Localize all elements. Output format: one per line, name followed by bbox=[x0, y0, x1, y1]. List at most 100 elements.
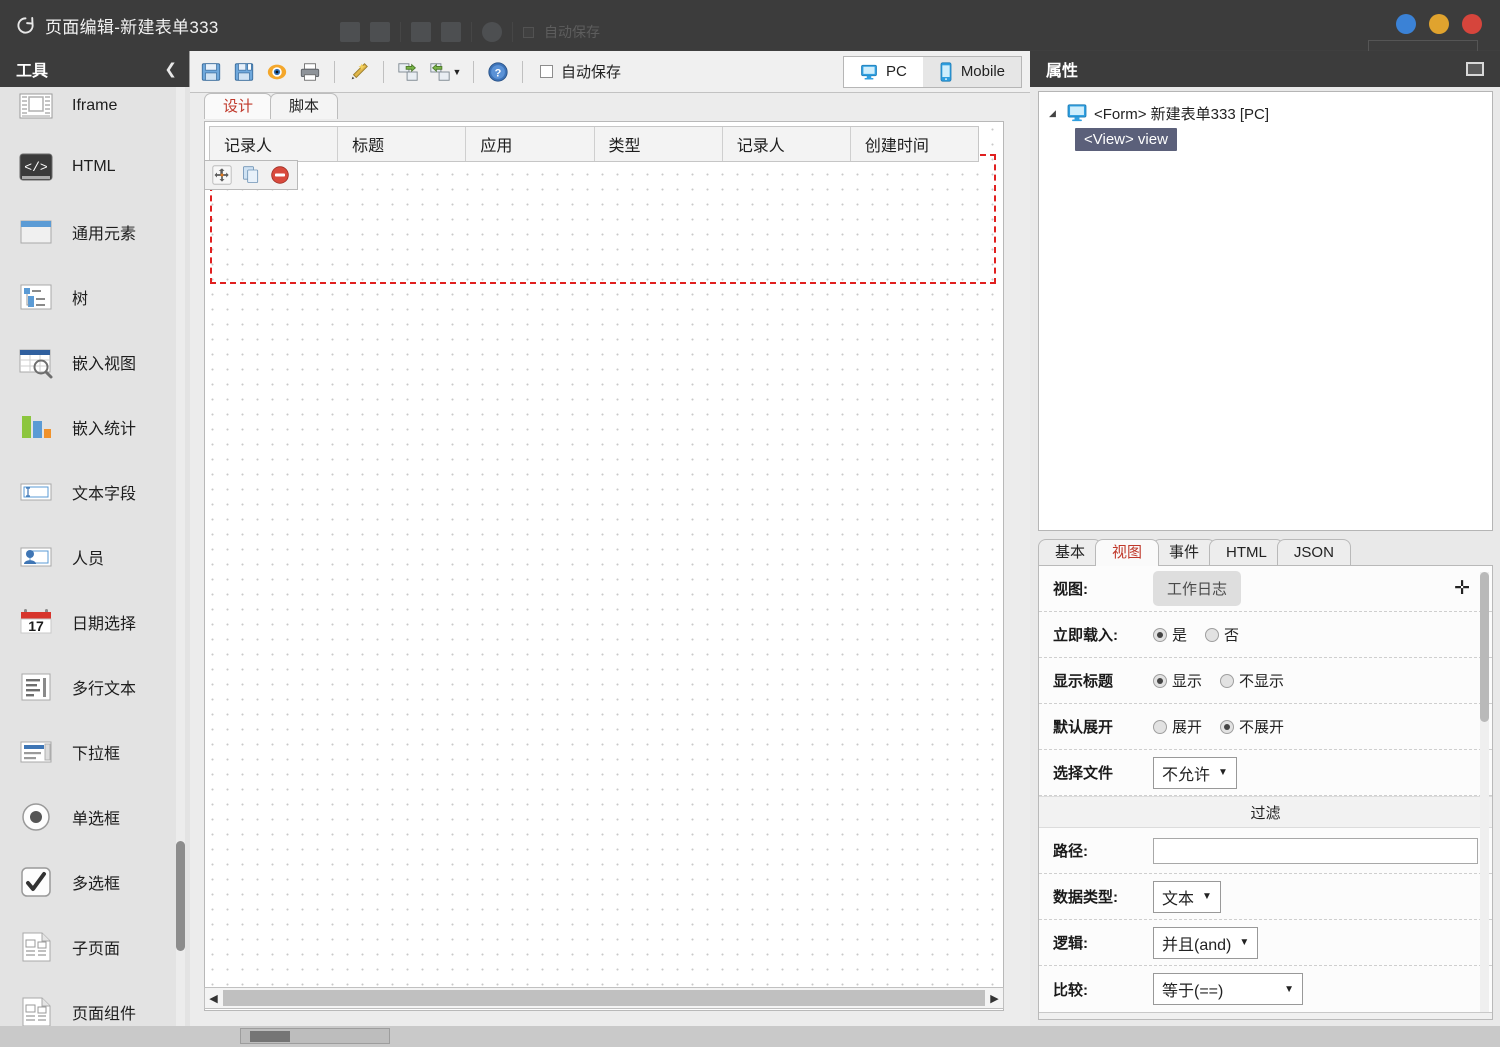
tools-panel-title: 工具 bbox=[16, 63, 49, 80]
grid-column-header[interactable]: 标题 bbox=[338, 127, 467, 161]
bg-separator bbox=[471, 22, 472, 42]
tool-item-text-field[interactable]: 文本字段 bbox=[0, 459, 190, 524]
arrow-right-icon[interactable]: ▶ bbox=[986, 992, 1003, 1005]
radio-indicator[interactable] bbox=[1220, 673, 1235, 688]
refresh-icon[interactable] bbox=[16, 16, 35, 35]
scrollbar-thumb[interactable] bbox=[223, 990, 985, 1006]
tool-item-tree[interactable]: 树 bbox=[0, 264, 190, 329]
show-title-option-hide[interactable]: 不显示 bbox=[1220, 670, 1284, 691]
tool-item-page-component[interactable]: 页面组件 bbox=[0, 979, 190, 1026]
radio-indicator[interactable] bbox=[1153, 719, 1167, 734]
tool-item-dropdown[interactable]: 下拉框 bbox=[0, 719, 190, 784]
default-expand-option-expand[interactable]: 展开 bbox=[1153, 716, 1202, 737]
properties-body[interactable]: 视图: 工作日志 ✛ 立即载入: 是 否 显示标题 显示 不显示 默认展开 展开… bbox=[1038, 565, 1493, 1020]
tab-html[interactable]: HTML bbox=[1209, 539, 1284, 566]
tab-events[interactable]: 事件 bbox=[1152, 539, 1217, 566]
maximize-button[interactable] bbox=[1429, 14, 1449, 34]
radio-indicator[interactable] bbox=[1205, 627, 1220, 642]
tool-item-multiline-text[interactable]: 多行文本 bbox=[0, 654, 190, 719]
save-as-button[interactable] bbox=[231, 59, 257, 85]
grid-column-header[interactable]: 类型 bbox=[595, 127, 723, 161]
svg-text:</>: </> bbox=[24, 160, 48, 175]
properties-scrollbar-thumb[interactable] bbox=[1480, 572, 1489, 722]
move-handle[interactable] bbox=[211, 164, 233, 186]
default-expand-option-collapse[interactable]: 不展开 bbox=[1220, 716, 1284, 737]
radio-indicator[interactable] bbox=[1153, 673, 1167, 688]
bg-autosave-checkbox bbox=[523, 26, 534, 38]
tab-design[interactable]: 设计 bbox=[204, 93, 273, 119]
tool-item-checkbox[interactable]: 多选框 bbox=[0, 849, 190, 914]
restore-window-icon[interactable] bbox=[1466, 62, 1484, 76]
device-mobile-option[interactable]: Mobile bbox=[923, 57, 1021, 87]
import-button[interactable] bbox=[395, 59, 421, 85]
tab-view[interactable]: 视图 bbox=[1095, 539, 1160, 566]
open-window-icon[interactable] bbox=[1465, 1019, 1480, 1021]
element-tree[interactable]: ◢ <Form> 新建表单333 [PC] <View> view bbox=[1038, 91, 1493, 531]
tools-scrollbar-thumb[interactable] bbox=[176, 841, 185, 951]
copy-button[interactable] bbox=[240, 164, 262, 186]
property-row-logic: 逻辑: 并且(and) ▼ bbox=[1039, 920, 1492, 966]
arrow-left-icon[interactable]: ◀ bbox=[205, 992, 222, 1005]
logic-dropdown[interactable]: 并且(and) ▼ bbox=[1153, 926, 1259, 959]
show-title-label: 显示标题 bbox=[1053, 673, 1114, 690]
tool-item-date-picker[interactable]: 17 日期选择 bbox=[0, 589, 190, 654]
design-canvas[interactable]: 记录人 标题 应用 类型 记录人 创建时间 bbox=[205, 122, 1003, 1010]
tree-row-form[interactable]: ◢ <Form> 新建表单333 [PC] bbox=[1045, 100, 1492, 126]
tool-item-generic-element[interactable]: 通用元素 bbox=[0, 199, 190, 264]
plus-icon[interactable]: ✛ bbox=[1454, 577, 1478, 600]
triangle-down-icon[interactable]: ◢ bbox=[1049, 108, 1060, 119]
load-now-option-no[interactable]: 否 bbox=[1205, 624, 1239, 645]
path-input[interactable] bbox=[1153, 837, 1478, 864]
radio-indicator[interactable] bbox=[1153, 627, 1167, 642]
wizard-button[interactable] bbox=[346, 59, 372, 85]
grid-component[interactable]: 记录人 标题 应用 类型 记录人 创建时间 bbox=[209, 126, 979, 162]
help-button[interactable]: ? bbox=[485, 59, 511, 85]
tool-item-subpage[interactable]: 子页面 bbox=[0, 914, 190, 979]
tool-item-radio-button[interactable]: 单选框 bbox=[0, 784, 190, 849]
tab-basic[interactable]: 基本 bbox=[1038, 539, 1103, 566]
grid-column-header[interactable]: 记录人 bbox=[210, 127, 339, 161]
load-now-option-yes[interactable]: 是 bbox=[1153, 624, 1187, 645]
tree-row-view[interactable]: <View> view bbox=[1071, 126, 1492, 152]
tool-item-person[interactable]: 人员 bbox=[0, 524, 190, 589]
tool-item-iframe[interactable]: Iframe bbox=[0, 87, 190, 134]
datatype-dropdown[interactable]: 文本 ▼ bbox=[1153, 880, 1221, 913]
tab-script[interactable]: 脚本 bbox=[270, 93, 339, 119]
radio-label: 不显示 bbox=[1239, 673, 1285, 690]
window-title: 页面编辑-新建表单333 bbox=[45, 18, 219, 37]
show-title-option-show[interactable]: 显示 bbox=[1153, 670, 1202, 691]
tool-label: Iframe bbox=[72, 97, 118, 114]
bg-export-icon bbox=[441, 22, 461, 42]
select-file-dropdown[interactable]: 不允许 ▼ bbox=[1153, 756, 1237, 789]
preview-button[interactable] bbox=[264, 59, 290, 85]
save-button[interactable] bbox=[198, 59, 224, 85]
device-pc-option[interactable]: PC bbox=[843, 56, 923, 87]
tool-label: 树 bbox=[72, 290, 89, 308]
export-button[interactable]: ▼ bbox=[428, 59, 462, 85]
tool-item-embedded-view[interactable]: 嵌入视图 bbox=[0, 329, 190, 394]
view-value-chip[interactable]: 工作日志 bbox=[1153, 571, 1242, 606]
grid-column-header[interactable]: 记录人 bbox=[723, 127, 851, 161]
grid-column-header[interactable]: 应用 bbox=[466, 127, 595, 161]
tools-list[interactable]: Iframe </> HTML 通用元素 树 嵌入视图 嵌入统计 文本字段 人员… bbox=[0, 87, 190, 1026]
autosave-checkbox[interactable]: 自动保存 bbox=[540, 61, 621, 82]
grid-column-header[interactable]: 创建时间 bbox=[851, 127, 978, 161]
minimize-button[interactable] bbox=[1396, 14, 1416, 34]
radio-indicator[interactable] bbox=[1220, 719, 1235, 734]
close-button[interactable] bbox=[1462, 14, 1482, 34]
bg-save-as-icon bbox=[370, 22, 390, 42]
info-icon[interactable] bbox=[1051, 1018, 1066, 1021]
tool-item-html[interactable]: </> HTML bbox=[0, 134, 190, 199]
print-button[interactable] bbox=[297, 59, 323, 85]
checkbox-box[interactable] bbox=[540, 65, 553, 78]
chevron-down-icon: ▼ bbox=[1284, 983, 1294, 995]
chevron-left-icon[interactable]: ❮ bbox=[164, 60, 177, 78]
delete-button[interactable] bbox=[269, 164, 291, 186]
compare-label: 比较: bbox=[1053, 981, 1088, 999]
canvas-horizontal-scrollbar[interactable]: ◀ ▶ bbox=[204, 987, 1004, 1009]
tab-json[interactable]: JSON bbox=[1276, 539, 1351, 566]
property-row-path: 路径: bbox=[1039, 828, 1492, 874]
compare-dropdown[interactable]: 等于(==) ▼ bbox=[1153, 973, 1303, 1005]
tool-item-embedded-chart[interactable]: 嵌入统计 bbox=[0, 394, 190, 459]
editor-area: ▼ ? 自动保存 PC Mobile 设计 脚本 记录人 标题 应用 类型 记录… bbox=[190, 51, 1030, 1026]
